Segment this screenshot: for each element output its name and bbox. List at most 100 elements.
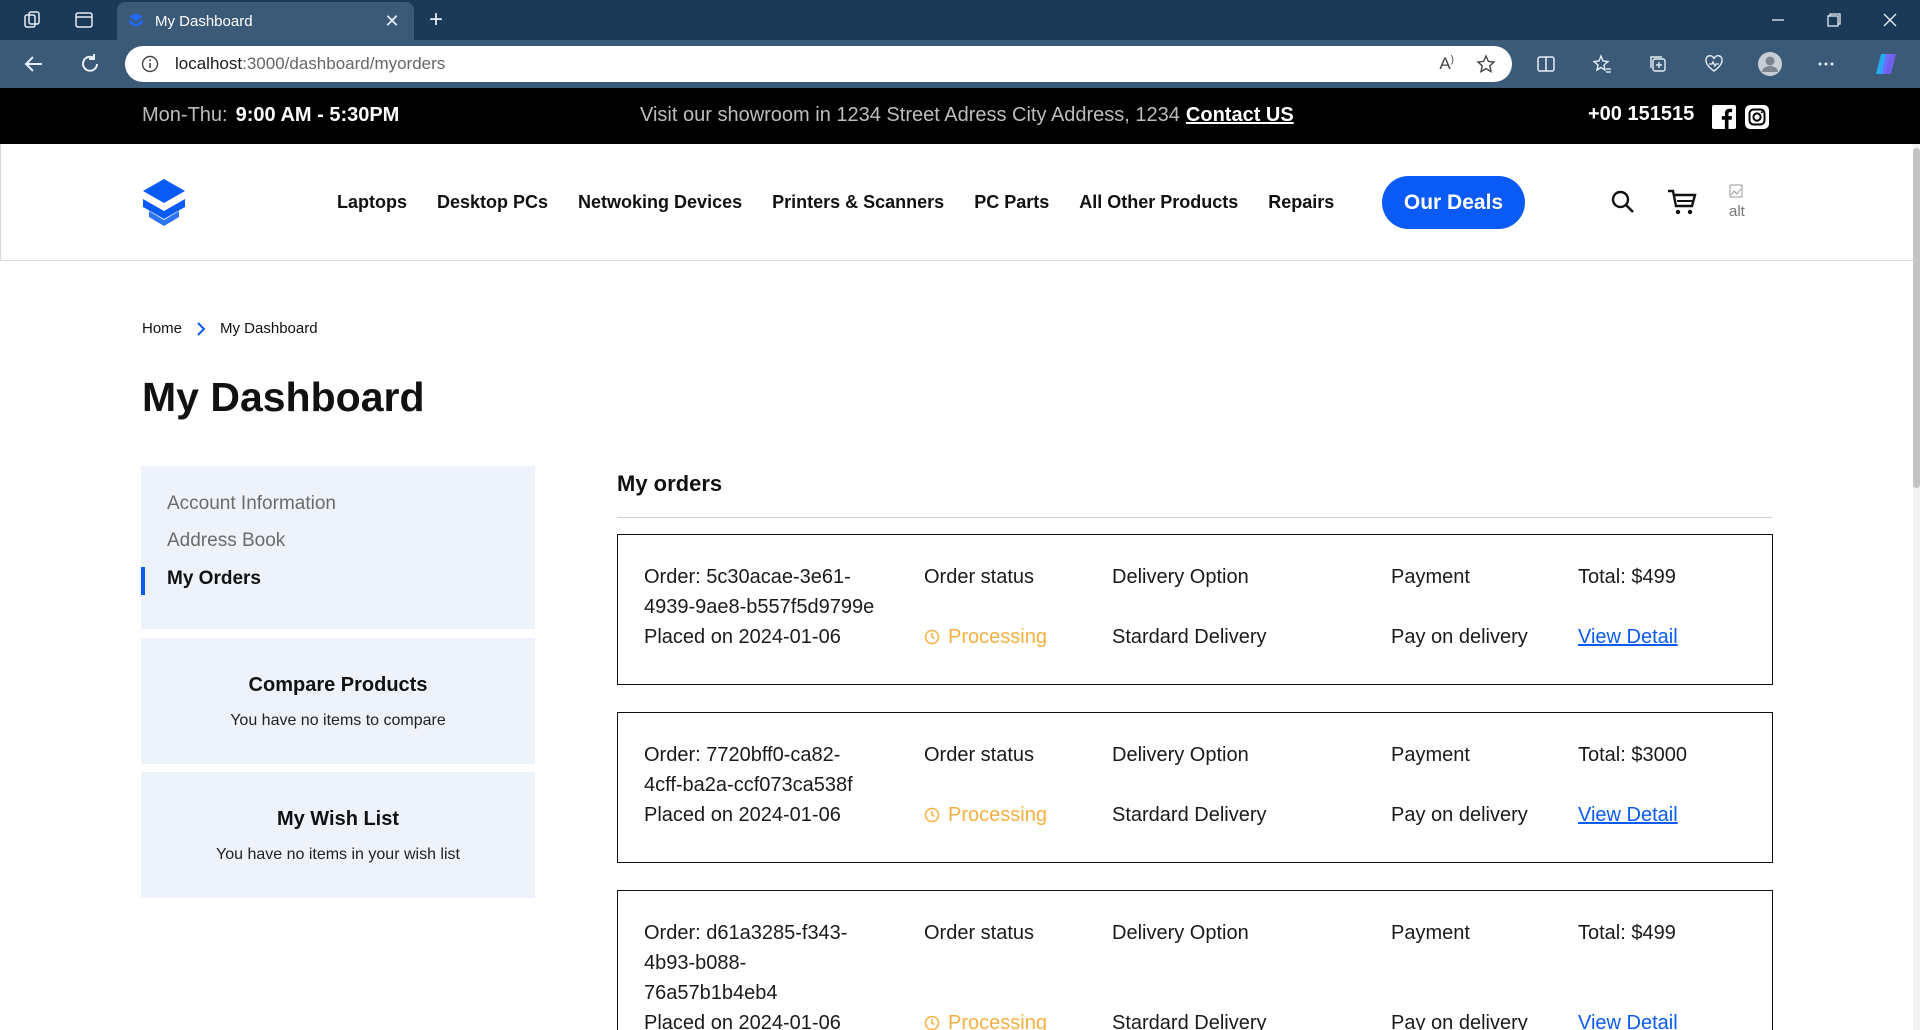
delivery-option-value: Stardard Delivery [1112,1012,1267,1030]
view-detail-link[interactable]: View Detail [1578,622,1678,652]
site-header: Laptops Desktop PCs Netwoking Devices Pr… [0,144,1913,261]
clock-icon [924,629,940,645]
nav-all-other-products[interactable]: All Other Products [1079,192,1238,213]
site-info-icon[interactable] [141,55,159,73]
view-detail-link[interactable]: View Detail [1578,800,1678,830]
account-menu: Account Information Address Book My Orde… [141,466,535,629]
payment-label: Payment [1391,744,1470,766]
view-detail-link[interactable]: View Detail [1578,1008,1678,1030]
order-total: Total: $499 [1578,922,1676,944]
order-status: Processing [924,622,1047,652]
top-info-bar: Mon-Thu: 9:00 AM - 5:30PM Visit our showr… [0,88,1920,144]
breadcrumb-home[interactable]: Home [142,320,182,337]
nav-pc-parts[interactable]: PC Parts [974,192,1049,213]
profile-avatar-icon[interactable] [1754,48,1786,80]
order-placed-date: Placed on 2024-01-06 [644,626,841,648]
delivery-option-label: Delivery Option [1112,566,1249,588]
minimize-icon[interactable] [1750,0,1806,40]
page-scrollbar-thumb[interactable] [1913,148,1920,488]
tab-title: My Dashboard [155,12,253,30]
order-card: Order: d61a3285-f343- 4b93-b088- 76a57b1… [617,890,1773,1030]
close-window-icon[interactable] [1862,0,1918,40]
user-avatar[interactable]: alt [1729,184,1759,224]
order-card: Order: 5c30acae-3e61- 4939-9ae8-b557f5d9… [617,534,1773,685]
compare-products-title: Compare Products [248,674,428,696]
workspaces-icon[interactable] [16,6,48,34]
delivery-option-label: Delivery Option [1112,744,1249,766]
search-icon[interactable] [1607,186,1639,218]
cart-icon[interactable] [1666,186,1698,218]
delivery-option-value: Stardard Delivery [1112,626,1267,648]
collections-icon[interactable] [1642,48,1674,80]
order-placed-date: Placed on 2024-01-06 [644,804,841,826]
payment-label: Payment [1391,566,1470,588]
address-bar[interactable]: localhost:3000/dashboard/myorders A) [125,46,1512,82]
order-total: Total: $3000 [1578,744,1687,766]
order-card: Order: 7720bff0-ca82- 4cff-ba2a-ccf073ca… [617,712,1773,863]
nav-desktop-pcs[interactable]: Desktop PCs [437,192,548,213]
order-status: Processing [924,1008,1047,1030]
phone-number: +00 151515 [1588,103,1695,125]
refresh-icon[interactable] [74,48,106,80]
wish-list-panel: My Wish List You have no items in your w… [141,772,535,898]
clock-icon [924,807,940,823]
browser-essentials-icon[interactable] [1698,48,1730,80]
orders-heading: My orders [617,471,723,496]
instagram-icon[interactable] [1745,105,1769,129]
breadcrumb: Home My Dashboard [142,320,318,337]
split-screen-icon[interactable] [1530,48,1562,80]
nav-networking-devices[interactable]: Netwoking Devices [578,192,742,213]
order-status-label: Order status [924,744,1035,766]
chevron-right-icon [196,321,206,336]
nav-laptops[interactable]: Laptops [337,192,407,213]
broken-image-icon [1729,184,1743,198]
favorite-star-icon[interactable] [1476,54,1496,74]
tab-my-dashboard[interactable]: My Dashboard ✕ [117,2,414,40]
breadcrumb-current: My Dashboard [220,320,318,337]
delivery-option-value: Stardard Delivery [1112,804,1267,826]
copilot-icon[interactable] [1870,48,1902,80]
payment-label: Payment [1391,922,1470,944]
order-id: Order: 5c30acae-3e61- 4939-9ae8-b557f5d9… [644,562,904,652]
payment-value: Pay on delivery [1391,1012,1528,1030]
compare-products-text: You have no items to compare [230,712,446,729]
order-status-label: Order status [924,922,1035,944]
order-status-label: Order status [924,566,1035,588]
wish-list-text: You have no items in your wish list [216,846,460,863]
contact-us-link[interactable]: Contact US [1186,104,1294,126]
wish-list-title: My Wish List [276,808,400,830]
facebook-icon[interactable] [1712,105,1736,129]
page-title: My Dashboard [142,374,425,420]
read-aloud-icon[interactable]: A) [1439,54,1454,74]
opening-hours: Mon-Thu: 9:00 AM - 5:30PM [142,104,400,126]
clock-icon [924,1015,940,1030]
order-id: Order: d61a3285-f343- 4b93-b088- 76a57b1… [644,918,904,1030]
order-total: Total: $499 [1578,566,1676,588]
payment-value: Pay on delivery [1391,804,1528,826]
divider [617,517,1772,518]
menu-account-information[interactable]: Account Information [167,493,336,515]
active-indicator [141,567,145,595]
tab-actions-icon[interactable] [68,6,100,34]
delivery-option-label: Delivery Option [1112,922,1249,944]
nav-repairs[interactable]: Repairs [1268,192,1334,213]
favorites-icon[interactable] [1586,48,1618,80]
nav-printers-scanners[interactable]: Printers & Scanners [772,192,944,213]
compare-products-panel: Compare Products You have no items to co… [141,638,535,764]
order-status: Processing [924,800,1047,830]
order-id: Order: 7720bff0-ca82- 4cff-ba2a-ccf073ca… [644,740,904,830]
site-favicon-icon [129,13,143,27]
more-options-icon[interactable] [1810,48,1842,80]
new-tab-icon[interactable]: + [420,6,452,34]
back-arrow-icon[interactable] [18,48,50,80]
close-tab-icon[interactable]: ✕ [380,11,404,32]
url-text[interactable]: localhost:3000/dashboard/myorders [175,54,1439,74]
restore-icon[interactable] [1806,0,1862,40]
browser-tab-bar: My Dashboard ✕ + [0,0,1920,40]
main-nav: Laptops Desktop PCs Netwoking Devices Pr… [337,144,1364,260]
site-logo-icon[interactable] [141,177,187,229]
payment-value: Pay on delivery [1391,626,1528,648]
menu-my-orders[interactable]: My Orders [167,568,261,590]
menu-address-book[interactable]: Address Book [167,530,285,552]
our-deals-button[interactable]: Our Deals [1382,176,1525,229]
